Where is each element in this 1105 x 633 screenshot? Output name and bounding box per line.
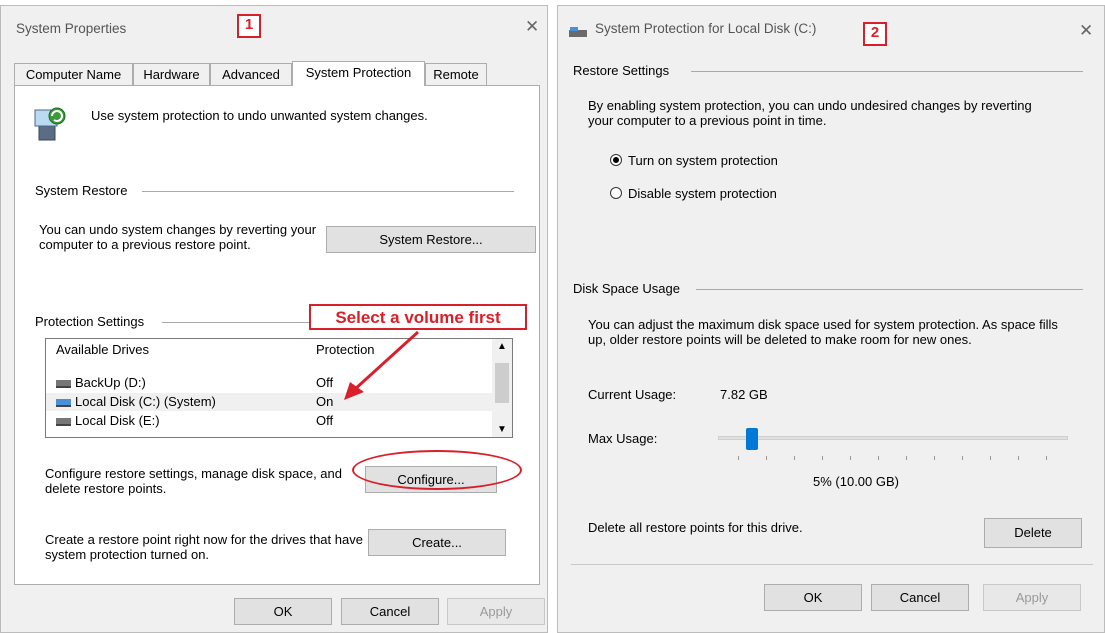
slider-tick — [906, 456, 907, 460]
disable-protection-label[interactable]: Disable system protection — [628, 186, 777, 201]
apply-button[interactable]: Apply — [447, 598, 545, 625]
dialog-title: System Protection for Local Disk (C:) — [595, 21, 817, 36]
slider-tick — [822, 456, 823, 460]
restore-settings-group-label: Restore Settings — [573, 63, 670, 78]
drive-label: BackUp (D:) — [75, 375, 146, 390]
close-icon[interactable]: ✕ — [1079, 21, 1093, 41]
cancel-button[interactable]: Cancel — [871, 584, 969, 611]
max-usage-slider[interactable] — [718, 428, 1068, 458]
turn-on-protection-label[interactable]: Turn on system protection — [628, 153, 778, 168]
tab-computer-name[interactable]: Computer Name — [14, 63, 133, 85]
drive-icon — [56, 379, 71, 388]
tab-hardware[interactable]: Hardware — [133, 63, 210, 85]
intro-text: Use system protection to undo unwanted s… — [91, 108, 428, 123]
slider-tick — [1046, 456, 1047, 460]
annotation-callout: Select a volume first — [309, 304, 527, 330]
annotation-arrow-icon — [344, 330, 420, 400]
system-drive-icon — [569, 25, 587, 37]
column-header-drives[interactable]: Available Drives — [56, 339, 149, 361]
ok-button[interactable]: OK — [764, 584, 862, 611]
system-protection-panel: Use system protection to undo unwanted s… — [14, 85, 540, 585]
divider — [162, 322, 314, 323]
tab-remote[interactable]: Remote — [425, 63, 487, 85]
restore-settings-text: By enabling system protection, you can u… — [588, 98, 1032, 128]
drive-name: Local Disk (E:) — [56, 412, 160, 430]
slider-tick — [794, 456, 795, 460]
drive-label: Local Disk (C:) (System) — [75, 394, 216, 409]
system-restore-group-label: System Restore — [35, 183, 128, 198]
apply-button[interactable]: Apply — [983, 584, 1081, 611]
divider — [571, 564, 1093, 565]
divider — [691, 71, 1083, 72]
cancel-button[interactable]: Cancel — [341, 598, 439, 625]
drives-scrollbar[interactable]: ▲ ▼ — [492, 339, 512, 437]
max-usage-label: Max Usage: — [588, 431, 658, 446]
scroll-up-icon[interactable]: ▲ — [497, 341, 507, 352]
delete-button[interactable]: Delete — [984, 518, 1082, 548]
slider-thumb[interactable] — [745, 428, 758, 450]
max-usage-value: 5% (10.00 GB) — [813, 474, 899, 489]
divider — [142, 191, 514, 192]
system-restore-button[interactable]: System Restore... — [326, 226, 536, 253]
turn-on-protection-radio[interactable] — [610, 154, 622, 166]
ok-button[interactable]: OK — [234, 598, 332, 625]
scroll-down-icon[interactable]: ▼ — [497, 424, 507, 435]
drive-label: Local Disk (E:) — [75, 413, 160, 428]
step-number-badge: 2 — [863, 22, 887, 46]
create-button[interactable]: Create... — [368, 529, 506, 556]
drive-icon — [56, 417, 71, 426]
slider-tick — [850, 456, 851, 460]
create-text: Create a restore point right now for the… — [45, 532, 363, 562]
delete-text: Delete all restore points for this drive… — [588, 520, 803, 535]
slider-track — [718, 436, 1068, 440]
system-protection-icon — [33, 106, 67, 146]
current-usage-label: Current Usage: — [588, 387, 677, 402]
disk-space-group-label: Disk Space Usage — [573, 281, 680, 296]
protection-settings-group-label: Protection Settings — [35, 314, 145, 329]
step-number-badge: 1 — [237, 14, 261, 38]
configure-text: Configure restore settings, manage disk … — [45, 466, 343, 496]
slider-tick — [878, 456, 879, 460]
drive-name: BackUp (D:) — [56, 374, 146, 392]
disk-space-text: You can adjust the maximum disk space us… — [588, 317, 1058, 347]
slider-tick — [1018, 456, 1019, 460]
system-protection-dialog: System Protection for Local Disk (C:) 2 … — [557, 5, 1105, 633]
current-usage-value: 7.82 GB — [720, 387, 768, 402]
annotation-ellipse — [352, 450, 522, 490]
system-restore-text: You can undo system changes by reverting… — [39, 222, 317, 252]
window-title: System Properties — [16, 21, 127, 36]
slider-tick — [738, 456, 739, 460]
system-drive-icon — [56, 398, 71, 407]
close-icon[interactable]: ✕ — [525, 17, 539, 37]
divider — [696, 289, 1083, 290]
drive-protection: Off — [316, 413, 334, 428]
disable-protection-radio[interactable] — [610, 187, 622, 199]
slider-tick — [934, 456, 935, 460]
drives-list[interactable]: Available Drives Protection BackUp (D:) … — [45, 338, 513, 438]
tab-system-protection[interactable]: System Protection — [292, 61, 425, 86]
drive-row[interactable]: Local Disk (E:) Off — [46, 412, 492, 430]
slider-tick — [766, 456, 767, 460]
scroll-thumb[interactable] — [495, 363, 509, 403]
tab-advanced[interactable]: Advanced — [210, 63, 292, 85]
slider-tick — [990, 456, 991, 460]
slider-tick — [962, 456, 963, 460]
drive-name: Local Disk (C:) (System) — [56, 393, 216, 411]
